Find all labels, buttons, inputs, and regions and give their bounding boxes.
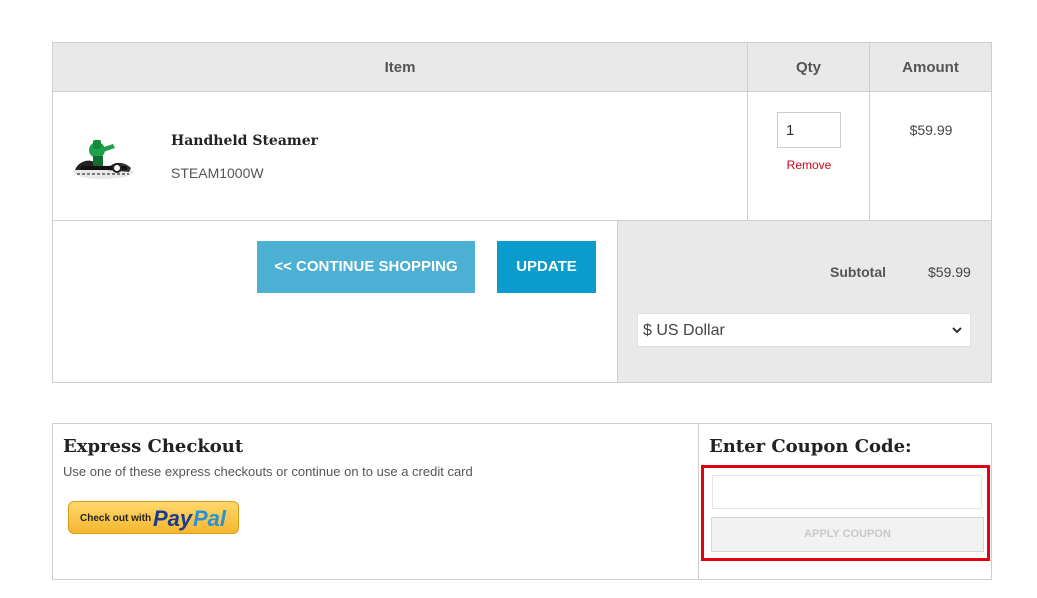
express-checkout-title: Express Checkout <box>63 436 244 457</box>
remove-link[interactable]: Remove <box>748 158 870 172</box>
subtotal-value: $59.99 <box>928 264 971 280</box>
coupon-title: Enter Coupon Code: <box>709 436 912 457</box>
paypal-checkout-button[interactable]: Check out with Pay Pal <box>68 501 239 534</box>
coupon-section: Enter Coupon Code: APPLY COUPON <box>698 424 991 579</box>
cart-table: Item Qty Amount Handheld Steamer STEAM10… <box>52 42 992 383</box>
qty-cell: Remove <box>747 92 869 220</box>
column-header-item: Item <box>384 59 416 76</box>
express-checkout-subtitle: Use one of these express checkouts or co… <box>63 464 473 479</box>
quantity-input[interactable] <box>777 112 841 148</box>
column-header-amount: Amount <box>869 43 991 92</box>
apply-coupon-button[interactable]: APPLY COUPON <box>711 517 984 552</box>
update-button[interactable]: UPDATE <box>497 241 596 293</box>
cart-actions: << CONTINUE SHOPPING UPDATE <box>53 221 617 382</box>
currency-select[interactable]: $ US Dollar <box>637 313 971 347</box>
cart-header-row: Item Qty Amount <box>53 43 991 92</box>
product-name[interactable]: Handheld Steamer <box>171 133 318 149</box>
product-sku: STEAM1000W <box>171 165 264 181</box>
continue-shopping-button[interactable]: << CONTINUE SHOPPING <box>257 241 475 293</box>
paypal-prefix: Check out with <box>80 513 152 524</box>
checkout-panel: Express Checkout Use one of these expres… <box>52 423 992 580</box>
paypal-logo-pay: Pay <box>153 506 193 531</box>
currency-selected-value: $ US Dollar <box>643 322 725 339</box>
cart-item-row: Handheld Steamer STEAM1000W Remove $59.9… <box>53 92 991 221</box>
amount-cell: $59.99 <box>869 92 991 220</box>
cart-summary: Subtotal $59.99 $ US Dollar <box>617 221 991 382</box>
subtotal-label: Subtotal <box>830 264 886 280</box>
steamer-product-image[interactable] <box>71 136 135 182</box>
column-header-qty: Qty <box>747 43 869 92</box>
coupon-code-input[interactable] <box>712 475 982 509</box>
paypal-logo-pal: Pal <box>193 506 227 531</box>
item-amount: $59.99 <box>909 122 953 138</box>
express-checkout-section: Express Checkout Use one of these expres… <box>53 424 698 579</box>
chevron-down-icon <box>952 327 962 334</box>
coupon-highlight-box: APPLY COUPON <box>701 465 990 561</box>
